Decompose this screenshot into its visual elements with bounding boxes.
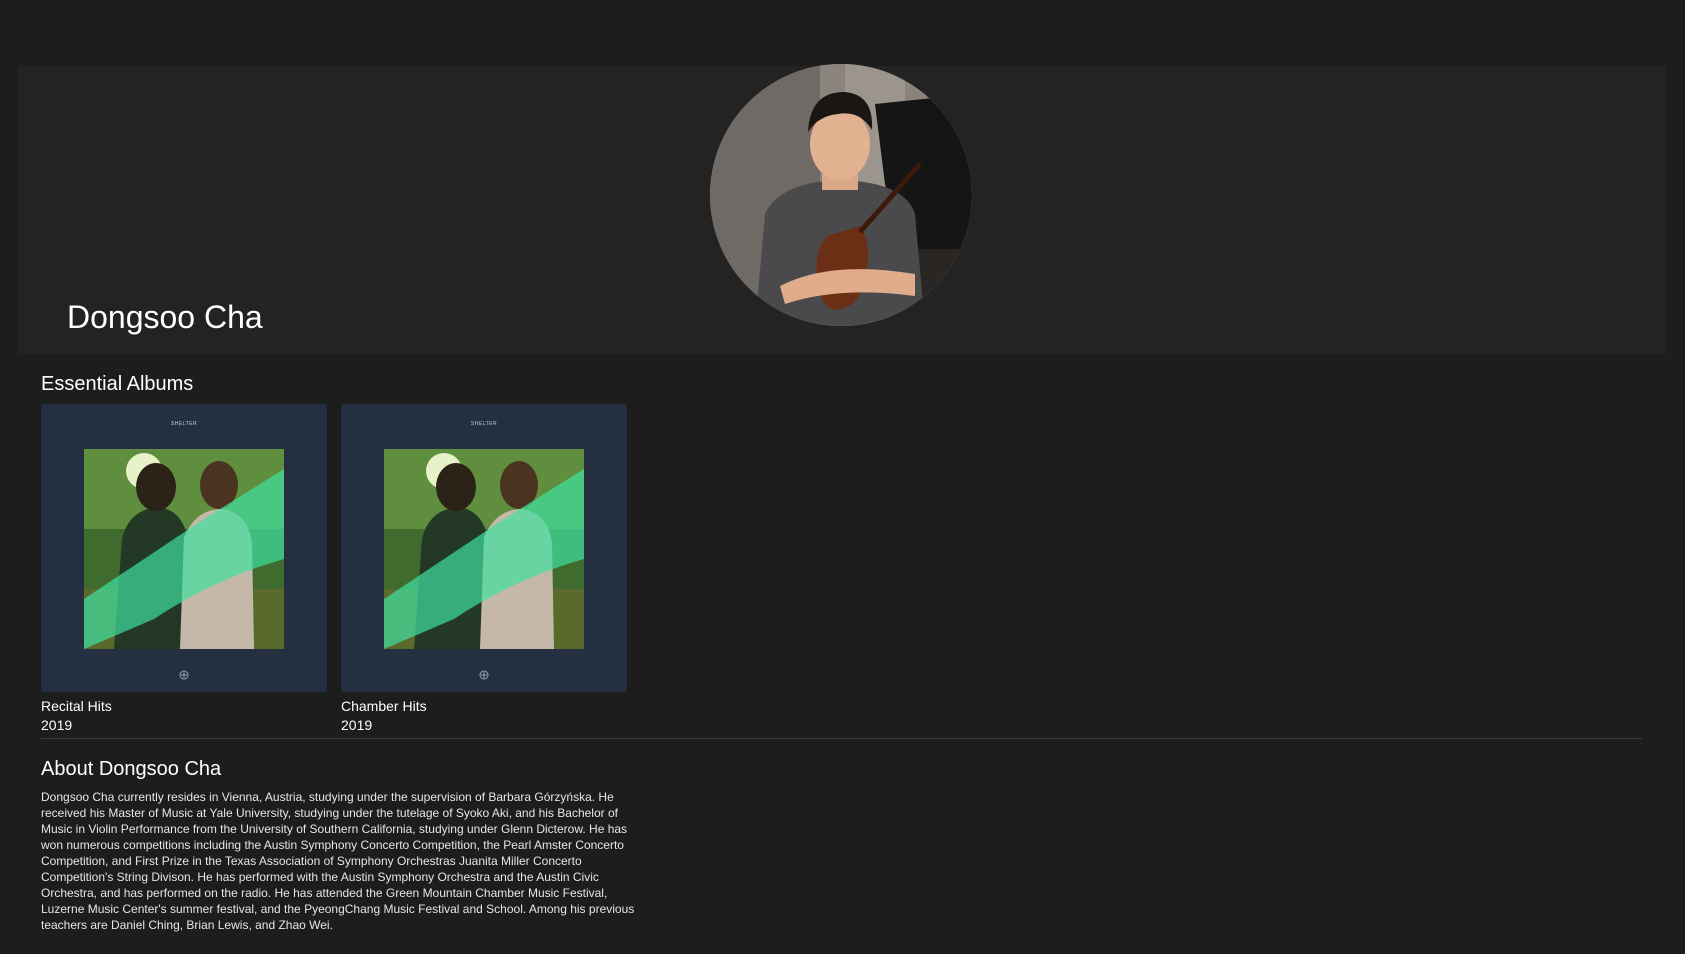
cover-artwork [384,449,584,649]
album-cover[interactable]: SHELTER [341,404,627,692]
artist-name: Dongsoo Cha [67,299,263,335]
about-heading: About Dongsoo Cha [41,758,222,780]
label-logo-icon [179,667,189,680]
cover-label: SHELTER [170,421,198,427]
album-year: 2019 [341,717,373,733]
artist-page: Dongsoo Cha Essential Albums SHELTER Rec… [0,0,1685,954]
section-divider [41,738,1642,739]
album-card[interactable]: SHELTER [41,404,327,735]
cover-label: SHELTER [470,421,498,427]
album-title[interactable]: Recital Hits [41,697,327,716]
album-cover[interactable]: SHELTER [41,404,327,692]
artist-portrait [710,64,972,326]
album-title[interactable]: Chamber Hits [341,697,627,716]
about-text: Dongsoo Cha currently resides in Vienna,… [41,790,635,932]
album-year: 2019 [41,717,73,733]
cover-artwork [84,449,284,649]
essential-albums-heading: Essential Albums [41,373,194,395]
album-card[interactable]: SHELTER [341,404,627,735]
label-logo-icon [479,667,489,680]
